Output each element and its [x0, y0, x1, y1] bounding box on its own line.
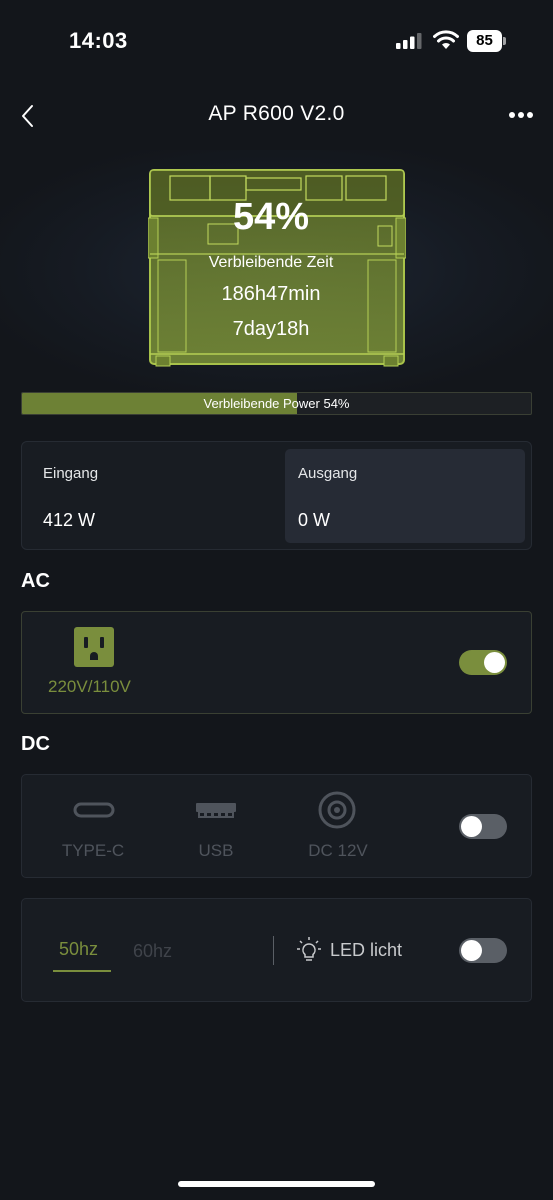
input-output-card: Eingang 412 W Ausgang 0 W [21, 441, 532, 550]
toggle-knob [461, 816, 482, 837]
dc-12v-label: DC 12V [308, 841, 368, 860]
ac-heading: AC [21, 570, 50, 592]
battery-level: 85 [467, 30, 502, 52]
settings-card: 50hz 60hz LED licht [21, 898, 532, 1002]
signal-icon [396, 33, 422, 49]
status-time: 14:03 [69, 28, 128, 53]
remaining-days: 7day18h [232, 318, 310, 340]
usb-a-icon [196, 803, 236, 818]
led-toggle[interactable] [459, 938, 507, 963]
ac-card: 220V/110V [21, 611, 532, 714]
battery-icon: 85 [467, 30, 507, 52]
ac-outlet-icon [74, 627, 114, 667]
output-value: 0 W [298, 510, 331, 530]
page-title: AP R600 V2.0 [208, 102, 345, 125]
wifi-icon [433, 30, 459, 49]
toggle-knob [461, 940, 482, 961]
more-options-icon[interactable] [507, 105, 535, 125]
dc-port-icon [318, 791, 356, 829]
status-bar: 14:03 85 [0, 0, 553, 80]
output-panel: Ausgang 0 W [285, 449, 525, 543]
led-light-label: LED licht [330, 940, 403, 960]
remaining-time-label: Verbleibende Zeit [208, 254, 334, 271]
usb-label: USB [198, 841, 234, 860]
output-label: Ausgang [298, 465, 358, 482]
dc-toggle[interactable] [459, 814, 507, 839]
frequency-50hz-tab[interactable]: 50hz [59, 939, 98, 960]
input-label: Eingang [43, 465, 99, 482]
selected-tab-underline [53, 970, 111, 972]
dc-heading: DC [21, 733, 50, 755]
frequency-60hz-tab[interactable]: 60hz [133, 941, 172, 962]
toggle-knob [484, 652, 505, 673]
remaining-power-label: Verbleibende Power 54% [203, 396, 350, 411]
remaining-hours: 186h47min [221, 283, 321, 305]
dc-card: TYPE-C USB DC 12V [21, 774, 532, 878]
home-indicator[interactable] [178, 1181, 375, 1187]
battery-percent: 54% [232, 196, 310, 238]
remaining-power-bar: Verbleibende Power 54% [21, 392, 532, 415]
ac-toggle[interactable] [459, 650, 507, 675]
light-bulb-icon [297, 937, 321, 961]
usb-c-icon [73, 802, 115, 818]
divider [273, 936, 274, 965]
input-value: 412 W [43, 510, 96, 530]
type-c-label: TYPE-C [61, 841, 125, 860]
ac-voltage-label: 220V/110V [48, 677, 131, 696]
